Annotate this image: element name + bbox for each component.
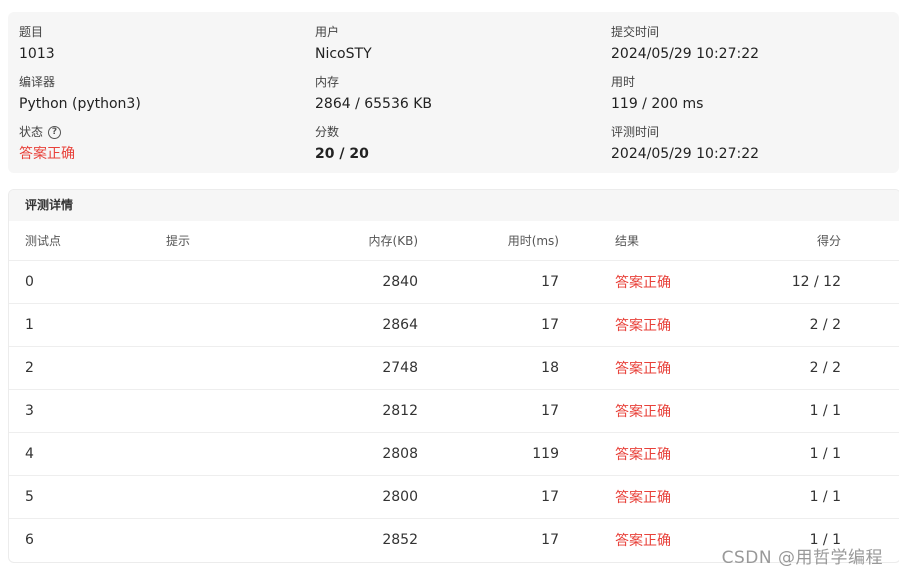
test-point-score: 2 / 2 [809, 317, 841, 333]
compiler-field: 编译器 Python (python3) [19, 74, 141, 113]
test-point-id: 0 [25, 274, 34, 290]
test-point-memory: 2812 [382, 403, 418, 419]
test-point-result: 答案正确 [615, 275, 671, 291]
test-point-score: 12 / 12 [791, 274, 841, 290]
submit-time-field: 提交时间 2024/05/29 10:27:22 [611, 24, 759, 63]
score-value: 20 / 20 [315, 146, 369, 162]
time-value: 119 / 200 ms [611, 96, 704, 112]
judge-details-title: 评测详情 [9, 190, 899, 221]
memory-field: 内存 2864 / 65536 KB [315, 74, 432, 113]
test-point-time: 17 [541, 403, 559, 419]
test-point-result: 答案正确 [615, 361, 671, 377]
test-point-memory: 2852 [382, 532, 418, 548]
time-field: 用时 119 / 200 ms [611, 74, 703, 113]
compiler-value: Python (python3) [19, 96, 141, 112]
problem-label: 题目 [19, 25, 44, 39]
judge-time-value: 2024/05/29 10:27:22 [611, 146, 760, 162]
memory-value: 2864 / 65536 KB [315, 96, 433, 112]
test-point-score: 2 / 2 [809, 360, 841, 376]
table-row: 1 2864 17 答案正确 2 / 2 [9, 304, 899, 347]
table-body: 0 2840 17 答案正确 12 / 12 1 2864 17 答案正确 2 … [9, 261, 899, 561]
compiler-label: 编译器 [19, 75, 56, 89]
score-label: 分数 [315, 125, 340, 139]
test-point-memory: 2800 [382, 489, 418, 505]
test-point-id: 6 [25, 532, 34, 548]
header-time: 用时(ms) [507, 234, 559, 248]
question-circle-icon[interactable]: ? [48, 125, 62, 139]
table-row: 2 2748 18 答案正确 2 / 2 [9, 347, 899, 390]
submission-info-card: 题目 1013 编译器 Python (python3) 状态 ? 答案正确 用… [8, 12, 899, 173]
score-field: 分数 20 / 20 [315, 124, 369, 163]
table-row: 3 2812 17 答案正确 1 / 1 [9, 390, 899, 433]
test-point-memory: 2864 [382, 317, 418, 333]
header-hint: 提示 [166, 234, 191, 248]
submit-time-value: 2024/05/29 10:27:22 [611, 46, 760, 62]
test-point-id: 4 [25, 446, 34, 462]
table-row: 4 2808 119 答案正确 1 / 1 [9, 433, 899, 476]
header-test-point: 测试点 [25, 234, 62, 248]
test-point-time: 119 [532, 446, 559, 462]
user-link[interactable]: NicoSTY [315, 45, 372, 63]
problem-field: 题目 1013 [19, 24, 55, 63]
header-result: 结果 [615, 234, 640, 248]
csdn-watermark: CSDN @用哲学编程 [721, 548, 883, 568]
problem-link[interactable]: 1013 [19, 45, 55, 63]
status-label-row: 状态 ? [19, 124, 75, 140]
test-point-memory: 2748 [382, 360, 418, 376]
test-point-id: 5 [25, 489, 34, 505]
table-header: 测试点 提示 内存(KB) 用时(ms) 结果 得分 [9, 221, 899, 261]
judge-time-label: 评测时间 [611, 125, 660, 139]
user-label: 用户 [315, 25, 340, 39]
header-memory: 内存(KB) [368, 234, 418, 248]
test-point-result: 答案正确 [615, 318, 671, 334]
test-point-score: 1 / 1 [809, 403, 841, 419]
status-field: 状态 ? 答案正确 [19, 124, 75, 163]
test-point-time: 17 [541, 489, 559, 505]
test-point-time: 17 [541, 274, 559, 290]
test-point-id: 3 [25, 403, 34, 419]
test-point-id: 2 [25, 360, 34, 376]
test-point-result: 答案正确 [615, 490, 671, 506]
test-point-memory: 2840 [382, 274, 418, 290]
test-point-time: 18 [541, 360, 559, 376]
judge-details-card: 评测详情 测试点 提示 内存(KB) 用时(ms) 结果 得分 0 2840 1… [8, 189, 899, 563]
header-score: 得分 [816, 234, 841, 248]
test-point-score: 1 / 1 [809, 489, 841, 505]
time-label: 用时 [611, 75, 636, 89]
status-value: 答案正确 [19, 146, 75, 162]
status-label: 状态 [19, 125, 44, 139]
test-point-id: 1 [25, 317, 34, 333]
test-point-time: 17 [541, 317, 559, 333]
test-point-result: 答案正确 [615, 447, 671, 463]
test-point-score: 1 / 1 [809, 446, 841, 462]
judge-time-field: 评测时间 2024/05/29 10:27:22 [611, 124, 759, 163]
test-point-memory: 2808 [382, 446, 418, 462]
test-point-result: 答案正确 [615, 404, 671, 420]
memory-label: 内存 [315, 75, 340, 89]
submit-time-label: 提交时间 [611, 25, 660, 39]
test-point-result: 答案正确 [615, 533, 671, 549]
test-point-time: 17 [541, 532, 559, 548]
user-field: 用户 NicoSTY [315, 24, 372, 63]
table-row: 5 2800 17 答案正确 1 / 1 [9, 476, 899, 519]
table-row: 0 2840 17 答案正确 12 / 12 [9, 261, 899, 304]
